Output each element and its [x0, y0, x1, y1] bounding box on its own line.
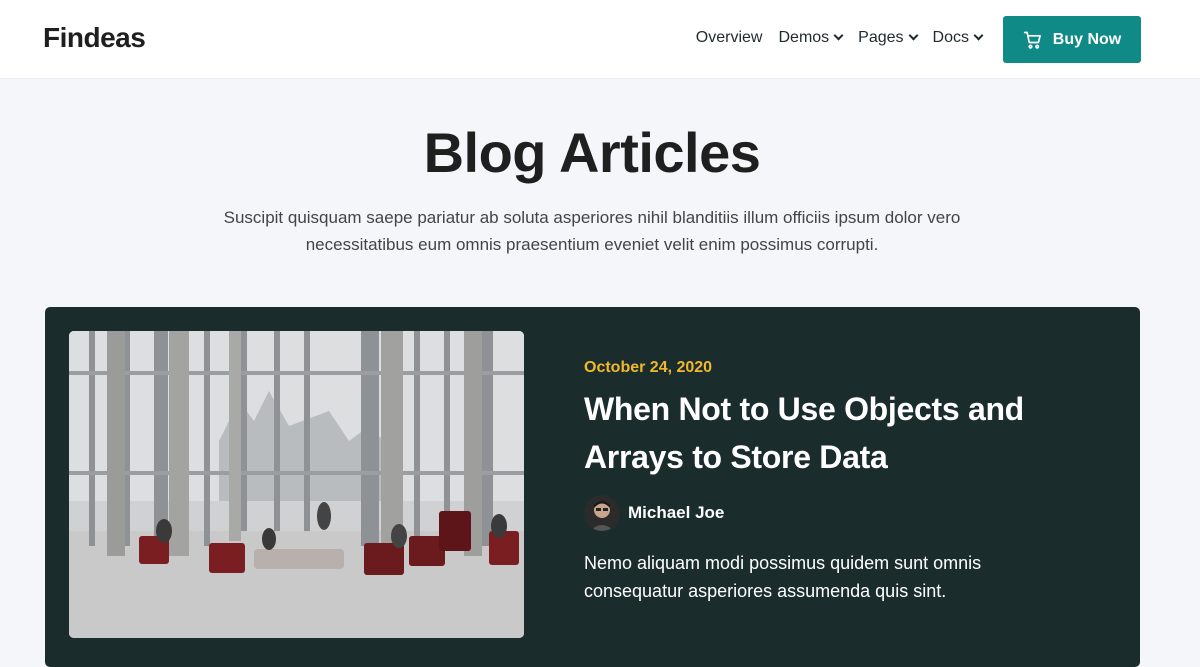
- nav-label: Demos: [778, 29, 830, 46]
- page-title: Blog Articles: [423, 121, 761, 184]
- nav-label: Pages: [858, 29, 904, 46]
- nav-item-overview[interactable]: Overview: [696, 29, 763, 47]
- cart-icon: [1023, 31, 1041, 49]
- author-name: Michael Joe: [628, 503, 725, 522]
- nav-item-docs[interactable]: Docs: [932, 29, 984, 47]
- featured-article-card[interactable]: October 24, 2020 When Not to Use Objects…: [45, 307, 1140, 667]
- article-date: October 24, 2020: [584, 359, 713, 376]
- nav-label: Overview: [695, 29, 763, 46]
- article-image[interactable]: [69, 331, 524, 638]
- avatar: [584, 495, 620, 531]
- article-author[interactable]: Michael Joe: [584, 495, 1064, 531]
- site-header: Findeas Overview Demos Pages Docs Buy No…: [0, 0, 1200, 79]
- article-content: October 24, 2020 When Not to Use Objects…: [584, 359, 1064, 605]
- nav-item-pages[interactable]: Pages: [858, 29, 918, 47]
- main-nav: Overview Demos Pages Docs: [696, 29, 984, 47]
- chevron-down-icon: [908, 30, 918, 40]
- buy-now-button[interactable]: Buy Now: [1003, 16, 1141, 63]
- logo[interactable]: Findeas: [43, 22, 146, 54]
- page-subtitle: Suscipit quisquam saepe pariatur ab solu…: [223, 208, 961, 254]
- chevron-down-icon: [833, 30, 844, 40]
- nav-label: Docs: [932, 29, 969, 46]
- nav-item-demos[interactable]: Demos: [778, 29, 844, 47]
- chevron-down-icon: [973, 30, 984, 40]
- buy-now-label: Buy Now: [1052, 30, 1122, 48]
- article-excerpt: Nemo aliquam modi possimus quidem sunt o…: [584, 553, 982, 601]
- lobby-photo: [69, 331, 524, 638]
- article-title[interactable]: When Not to Use Objects and Arrays to St…: [584, 385, 1064, 481]
